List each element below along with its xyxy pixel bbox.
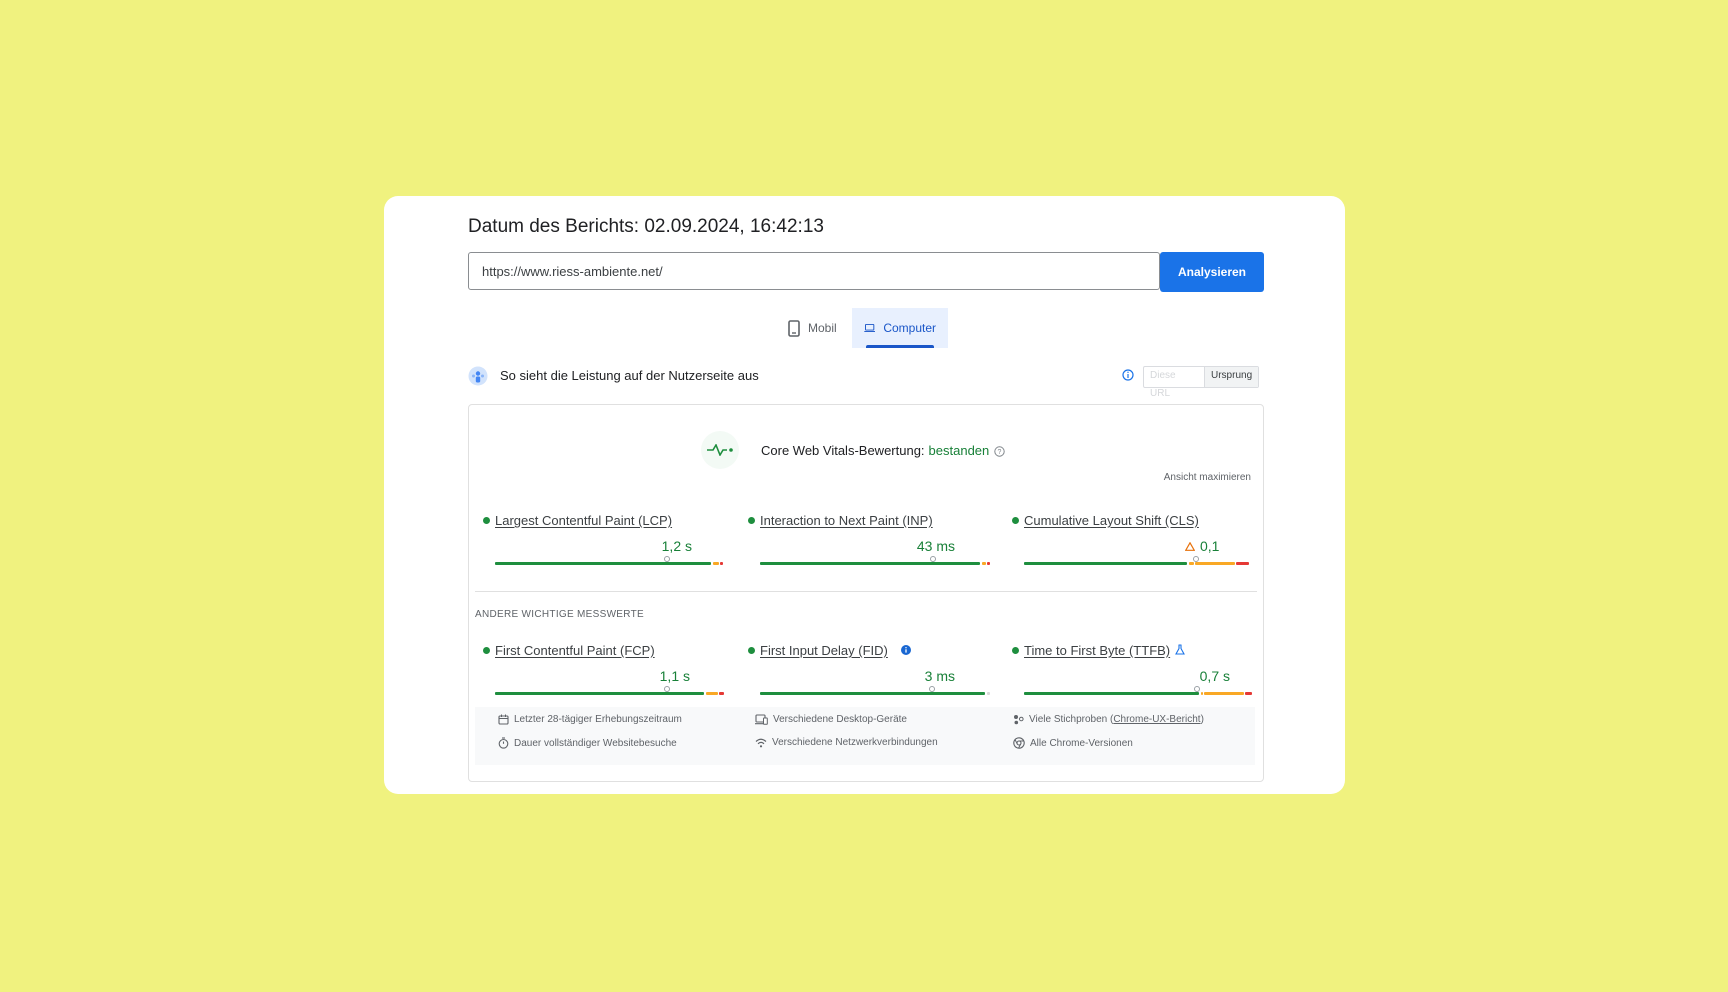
status-good-dot bbox=[483, 517, 490, 524]
metric-fcp-value: 1,1 s bbox=[659, 668, 690, 684]
metric-fid-label: First Input Delay (FID) bbox=[760, 643, 888, 658]
scope-toggle: Diese URL Ursprung bbox=[1143, 366, 1260, 399]
metric-fcp-link[interactable]: First Contentful Paint (FCP) bbox=[495, 643, 655, 658]
percentile-marker bbox=[929, 686, 935, 692]
status-good-dot bbox=[483, 647, 490, 654]
metric-ttfb-link[interactable]: Time to First Byte (TTFB) bbox=[1024, 643, 1170, 658]
other-metrics-heading: ANDERE WICHTIGE MESSWERTE bbox=[475, 609, 644, 620]
percentile-marker bbox=[1193, 556, 1199, 562]
footer-devices-text: Verschiedene Desktop-Geräte bbox=[773, 714, 907, 725]
cwv-label: Core Web Vitals-Bewertung: bbox=[761, 443, 925, 458]
info-icon[interactable] bbox=[1122, 369, 1134, 381]
metric-inp-link[interactable]: Interaction to Next Paint (INP) bbox=[760, 513, 933, 528]
section-divider bbox=[475, 591, 1257, 592]
distribution-bar bbox=[495, 692, 724, 695]
laptop-icon bbox=[864, 323, 876, 332]
cwv-assessment: Core Web Vitals-Bewertung: bestanden? bbox=[761, 443, 1005, 458]
status-good-dot bbox=[748, 517, 755, 524]
metric-lcp-value: 1,2 s bbox=[661, 538, 692, 554]
users-icon bbox=[468, 366, 488, 386]
tab-active-indicator bbox=[866, 345, 934, 348]
tab-computer[interactable]: Computer bbox=[852, 308, 948, 348]
expand-view-link[interactable]: Ansicht maximieren bbox=[1164, 472, 1251, 483]
field-data-title: So sieht die Leistung auf der Nutzerseit… bbox=[500, 368, 759, 383]
url-input[interactable] bbox=[468, 252, 1160, 290]
data-info-footer: Letzter 28-tägiger Erhebungszeitraum Dau… bbox=[475, 707, 1255, 765]
footer-devices: Verschiedene Desktop-Geräte bbox=[755, 714, 907, 725]
distribution-bar bbox=[760, 562, 990, 565]
footer-visits-text: Dauer vollständiger Websitebesuche bbox=[514, 737, 677, 749]
footer-versions-text: Alle Chrome-Versionen bbox=[1030, 737, 1133, 749]
distribution-bar bbox=[1024, 562, 1249, 565]
metric-cls: Cumulative Layout Shift (CLS) 0,1 bbox=[1012, 513, 1249, 573]
metric-fid-link[interactable]: First Input Delay (FID) bbox=[760, 643, 888, 658]
footer-network-text: Verschiedene Netzwerkverbindungen bbox=[772, 737, 938, 748]
experimental-icon bbox=[1175, 644, 1185, 655]
footer-period: Letzter 28-tägiger Erhebungszeitraum bbox=[498, 714, 682, 725]
scatter-icon bbox=[1014, 715, 1024, 725]
metric-fid: First Input Delay (FID) 3 ms bbox=[748, 643, 990, 703]
metric-lcp: Largest Contentful Paint (LCP) 1,2 s bbox=[483, 513, 723, 573]
percentile-marker bbox=[664, 556, 670, 562]
status-good-dot bbox=[1012, 517, 1019, 524]
cwv-panel: Core Web Vitals-Bewertung: bestanden? Ans… bbox=[468, 404, 1264, 782]
tab-computer-label: Computer bbox=[883, 321, 936, 335]
tab-mobile[interactable]: Mobil bbox=[776, 308, 864, 348]
field-data-header: So sieht die Leistung auf der Nutzerseit… bbox=[468, 366, 1264, 399]
tab-mobile-label: Mobil bbox=[808, 321, 837, 335]
chrome-icon bbox=[1013, 737, 1025, 749]
warning-icon bbox=[1185, 542, 1195, 551]
help-icon[interactable]: ? bbox=[994, 446, 1005, 457]
toggle-this-url[interactable]: Diese URL bbox=[1144, 367, 1205, 399]
status-good-dot bbox=[748, 647, 755, 654]
metric-ttfb-value: 0,7 s bbox=[1199, 668, 1230, 684]
distribution-bar bbox=[1024, 692, 1252, 695]
svg-text:?: ? bbox=[998, 449, 1002, 456]
pulse-icon bbox=[701, 431, 739, 469]
report-date: Datum des Berichts: 02.09.2024, 16:42:13 bbox=[468, 216, 824, 237]
wifi-icon bbox=[755, 738, 767, 747]
analyze-button[interactable]: Analysieren bbox=[1160, 252, 1264, 292]
metric-fid-value: 3 ms bbox=[924, 668, 955, 684]
footer-network: Verschiedene Netzwerkverbindungen bbox=[755, 737, 938, 748]
footer-visits: Dauer vollständiger Websitebesuche bbox=[498, 737, 677, 749]
stopwatch-icon bbox=[498, 737, 509, 749]
footer-versions: Alle Chrome-Versionen bbox=[1013, 737, 1133, 749]
metric-lcp-link[interactable]: Largest Contentful Paint (LCP) bbox=[495, 513, 672, 528]
metric-cls-value-wrap: 0,1 bbox=[1185, 538, 1219, 554]
metric-inp: Interaction to Next Paint (INP) 43 ms bbox=[748, 513, 990, 573]
footer-samples: Viele Stichproben (Chrome-UX-Bericht) bbox=[1013, 714, 1204, 725]
phone-icon bbox=[788, 319, 800, 337]
footer-period-text: Letzter 28-tägiger Erhebungszeitraum bbox=[514, 714, 682, 725]
metric-ttfb: Time to First Byte (TTFB) 0,7 s bbox=[1012, 643, 1252, 703]
percentile-marker bbox=[664, 686, 670, 692]
metric-inp-value: 43 ms bbox=[916, 538, 955, 554]
calendar-icon bbox=[498, 714, 509, 725]
footer-samples-suffix: ) bbox=[1200, 714, 1204, 725]
footer-samples-prefix: Viele Stichproben ( bbox=[1029, 714, 1114, 725]
metric-fcp: First Contentful Paint (FCP) 1,1 s bbox=[483, 643, 724, 703]
percentile-marker bbox=[930, 556, 936, 562]
devices-icon bbox=[755, 714, 768, 725]
status-good-dot bbox=[1012, 647, 1019, 654]
percentile-marker bbox=[1194, 686, 1200, 692]
metric-cls-value: 0,1 bbox=[1200, 538, 1220, 554]
info-filled-icon[interactable] bbox=[901, 645, 911, 655]
report-card: Datum des Berichts: 02.09.2024, 16:42:13… bbox=[384, 196, 1345, 794]
metric-cls-link[interactable]: Cumulative Layout Shift (CLS) bbox=[1024, 513, 1199, 528]
toggle-origin[interactable]: Ursprung bbox=[1205, 367, 1259, 387]
distribution-bar bbox=[495, 562, 723, 565]
distribution-bar bbox=[760, 692, 990, 695]
cwv-status: bestanden bbox=[928, 443, 990, 458]
chrome-ux-report-link[interactable]: Chrome-UX-Bericht bbox=[1113, 714, 1200, 725]
